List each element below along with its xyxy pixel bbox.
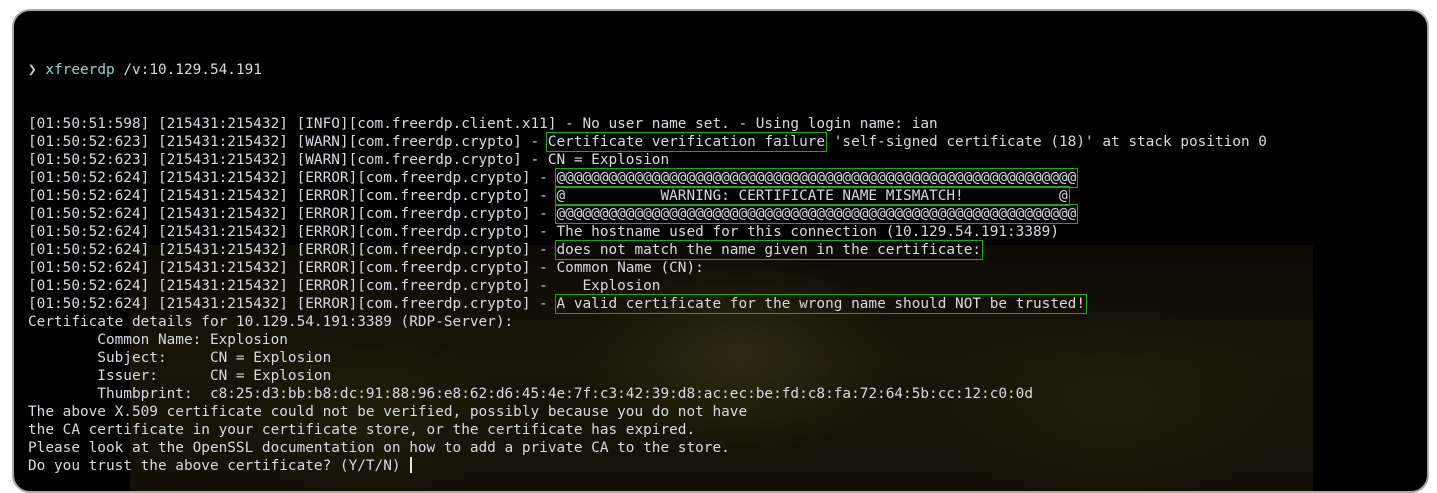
terminal-line: [01:50:52:624] [215431:215432] [ERROR][c…	[28, 204, 1267, 224]
line-text: the CA certificate in your certificate s…	[28, 422, 696, 438]
highlighted-text: @@@@@@@@@@@@@@@@@@@@@@@@@@@@@@@@@@@@@@@@…	[554, 204, 1079, 224]
highlighted-text: @ WARNING: CERTIFICATE NAME MISMATCH! @	[554, 186, 1070, 206]
terminal-line: Certificate details for 10.129.54.191:33…	[28, 313, 1267, 331]
terminal-line: Issuer: CN = Explosion	[28, 367, 1267, 385]
line-text: The above X.509 certificate could not be…	[28, 404, 748, 420]
terminal-line: the CA certificate in your certificate s…	[28, 421, 1267, 439]
line-text: [01:50:51:598] [215431:215432] [INFO][co…	[28, 116, 938, 132]
line-text: Certificate details for 10.129.54.191:33…	[28, 314, 514, 330]
line-text: [01:50:52:624] [215431:215432] [ERROR][c…	[28, 278, 661, 294]
highlighted-text: @@@@@@@@@@@@@@@@@@@@@@@@@@@@@@@@@@@@@@@@…	[554, 168, 1079, 188]
terminal-line: Common Name: Explosion	[28, 331, 1267, 349]
line-text: [01:50:52:623] [215431:215432] [WARN][co…	[28, 134, 548, 150]
line-text: Common Name: Explosion	[28, 332, 288, 348]
highlighted-text: Certificate verification failure	[545, 132, 828, 152]
line-text: Subject: CN = Explosion	[28, 350, 332, 366]
terminal-line: Subject: CN = Explosion	[28, 349, 1267, 367]
terminal-line: Thumbprint: c8:25:d3:bb:b8:dc:91:88:96:e…	[28, 385, 1267, 403]
prompt-chevron-icon: ❯	[28, 62, 37, 78]
highlighted-text: A valid certificate for the wrong name s…	[554, 294, 1087, 314]
line-text: [01:50:52:624] [215431:215432] [ERROR][c…	[28, 188, 557, 204]
terminal-line: [01:50:52:624] [215431:215432] [ERROR][c…	[28, 223, 1267, 241]
terminal-line: [01:50:52:624] [215431:215432] [ERROR][c…	[28, 168, 1267, 188]
highlighted-text: does not match the name given in the cer…	[554, 240, 984, 260]
terminal-line: [01:50:52:624] [215431:215432] [ERROR][c…	[28, 186, 1267, 206]
terminal-line: [01:50:52:624] [215431:215432] [ERROR][c…	[28, 277, 1267, 295]
terminal-output[interactable]: ❯ xfreerdp /v:10.129.54.191 [01:50:51:59…	[28, 25, 1267, 491]
terminal-line: [01:50:52:623] [215431:215432] [WARN][co…	[28, 151, 1267, 169]
line-text: [01:50:52:624] [215431:215432] [ERROR][c…	[28, 242, 557, 258]
prompt-arguments: /v:10.129.54.191	[123, 62, 262, 78]
terminal-line: Please look at the OpenSSL documentation…	[28, 439, 1267, 457]
terminal-line: [01:50:52:624] [215431:215432] [ERROR][c…	[28, 259, 1267, 277]
line-text: [01:50:52:624] [215431:215432] [ERROR][c…	[28, 206, 557, 222]
line-text: [01:50:52:623] [215431:215432] [WARN][co…	[28, 152, 670, 168]
line-text-suffix: 'self-signed certificate (18)' at stack …	[825, 134, 1267, 150]
prompt-command: xfreerdp	[45, 62, 115, 78]
terminal-line: [01:50:52:623] [215431:215432] [WARN][co…	[28, 132, 1267, 152]
terminal-line: [01:50:51:598] [215431:215432] [INFO][co…	[28, 115, 1267, 133]
prompt-line: ❯ xfreerdp /v:10.129.54.191	[28, 61, 1267, 79]
line-text: [01:50:52:624] [215431:215432] [ERROR][c…	[28, 296, 557, 312]
line-text: Thumbprint: c8:25:d3:bb:b8:dc:91:88:96:e…	[28, 386, 1034, 402]
terminal-line: [01:50:52:624] [215431:215432] [ERROR][c…	[28, 240, 1267, 260]
line-text: [01:50:52:624] [215431:215432] [ERROR][c…	[28, 224, 1060, 240]
terminal-window[interactable]: ❯ xfreerdp /v:10.129.54.191 [01:50:51:59…	[12, 9, 1429, 493]
line-text: Do you trust the above certificate? (Y/T…	[28, 458, 410, 474]
line-text: [01:50:52:624] [215431:215432] [ERROR][c…	[28, 170, 557, 186]
line-text: [01:50:52:624] [215431:215432] [ERROR][c…	[28, 260, 704, 276]
terminal-line: [01:50:52:624] [215431:215432] [ERROR][c…	[28, 294, 1267, 314]
line-text: Issuer: CN = Explosion	[28, 368, 332, 384]
line-text: Please look at the OpenSSL documentation…	[28, 440, 730, 456]
terminal-line: The above X.509 certificate could not be…	[28, 403, 1267, 421]
log-lines: [01:50:51:598] [215431:215432] [INFO][co…	[28, 115, 1267, 475]
terminal-line: Do you trust the above certificate? (Y/T…	[28, 457, 1267, 475]
text-cursor	[410, 457, 412, 473]
